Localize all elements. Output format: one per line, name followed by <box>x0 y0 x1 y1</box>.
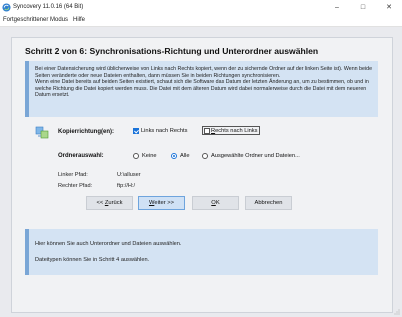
folder-all-radio[interactable] <box>171 153 177 159</box>
folder-selected-label[interactable]: Ausgewählte Ordner und Dateien... <box>211 153 300 159</box>
next-button[interactable]: Weiter >> <box>138 196 185 210</box>
title-bar: Syncovery 11.0.16 (64 Bit) – □ ✕ <box>0 0 402 15</box>
copy-direction-label: Kopierrichtung(en): <box>58 129 114 135</box>
info-box: Bei einer Datensicherung wird üblicherwe… <box>25 61 378 117</box>
bottom-info-accent-bar <box>25 229 29 275</box>
folder-selection-label: Ordnerauswahl: <box>58 153 104 159</box>
minimize-button[interactable]: – <box>324 0 350 15</box>
resize-grip-icon[interactable] <box>394 309 400 315</box>
info-accent-bar <box>25 61 29 117</box>
back-button[interactable]: << Zurück <box>86 196 133 210</box>
info-paragraph-2: Wenn eine Datei bereits auf beiden Seite… <box>35 79 369 99</box>
folder-none-label[interactable]: Keine <box>142 153 157 159</box>
cancel-button[interactable]: Abbrechen <box>245 196 292 210</box>
menu-bar: Fortgeschrittener Modus Hilfe <box>0 15 402 27</box>
folder-selected-radio[interactable] <box>202 153 208 159</box>
left-to-right-checkbox[interactable] <box>133 128 139 134</box>
bottom-info-line-2: Dateitypen können Sie in Schritt 4 auswä… <box>35 257 150 263</box>
left-path-label: Linker Pfad: <box>58 172 88 178</box>
menu-help[interactable]: Hilfe <box>73 17 85 23</box>
info-text: Bei einer Datensicherung wird üblicherwe… <box>35 66 373 99</box>
left-to-right-label[interactable]: Links nach Rechts <box>141 128 187 134</box>
menu-advanced-mode[interactable]: Fortgeschrittener Modus <box>3 17 68 23</box>
sync-direction-icon <box>35 126 49 139</box>
window-title: Syncovery 11.0.16 (64 Bit) <box>13 4 84 10</box>
left-path-value: U:\alluser <box>117 172 141 178</box>
right-path-value: ftp://H:/ <box>117 183 136 189</box>
ok-button[interactable]: OK <box>192 196 239 210</box>
info-paragraph-1: Bei einer Datensicherung wird üblicherwe… <box>35 66 373 79</box>
right-to-left-label[interactable]: Rechts nach Links <box>211 128 257 134</box>
syncovery-app-icon <box>2 3 11 12</box>
bottom-info-box: Hier können Sie auch Unterordner und Dat… <box>25 229 378 275</box>
bottom-info-line-1: Hier können Sie auch Unterordner und Dat… <box>35 241 182 247</box>
right-path-label: Rechter Pfad: <box>58 183 93 189</box>
page-title: Schritt 2 von 6: Synchronisations-Richtu… <box>25 46 319 56</box>
folder-all-label[interactable]: Alle <box>180 153 189 159</box>
close-button[interactable]: ✕ <box>376 0 402 15</box>
maximize-button[interactable]: □ <box>350 0 376 15</box>
right-to-left-checkbox[interactable] <box>204 128 210 134</box>
folder-none-radio[interactable] <box>133 153 139 159</box>
